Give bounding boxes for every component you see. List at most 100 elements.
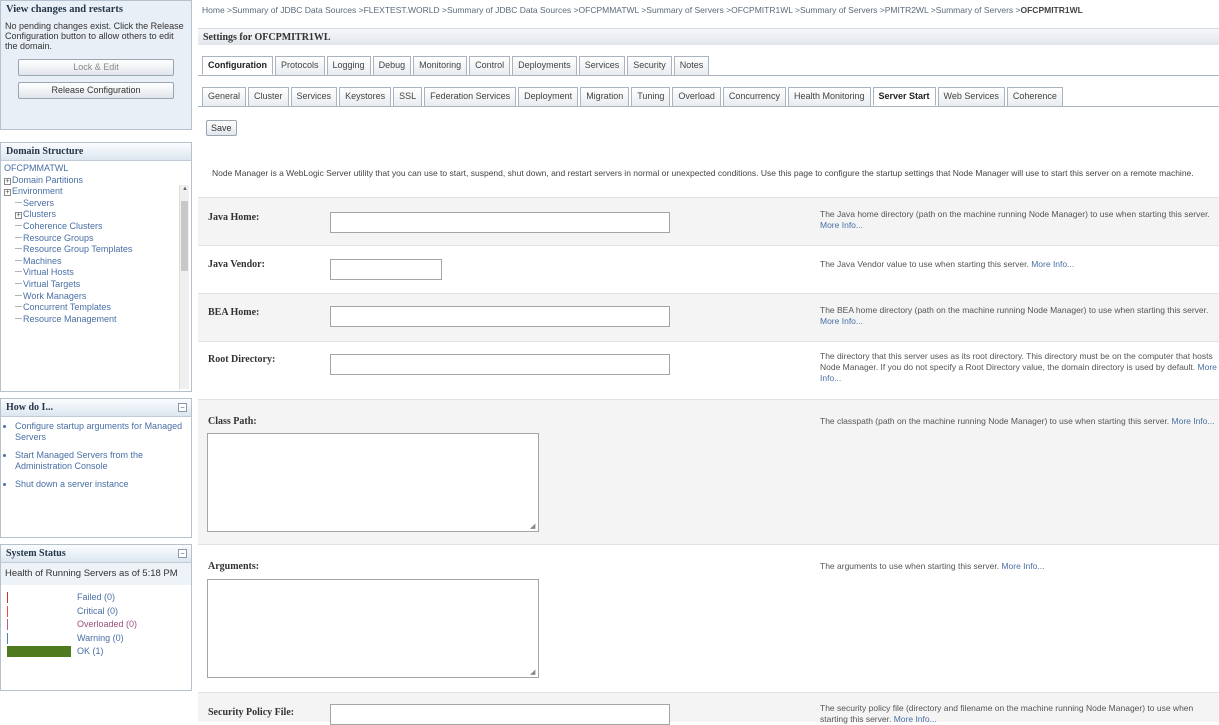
tab-web-services[interactable]: Web Services: [937, 87, 1005, 106]
java-home-input[interactable]: [330, 212, 670, 233]
tab-services[interactable]: Services: [290, 87, 338, 106]
security-policy-file-input[interactable]: [330, 704, 670, 725]
tab-monitoring[interactable]: Monitoring: [413, 56, 468, 75]
tab-configuration[interactable]: Configuration: [202, 56, 273, 75]
tree-item-label: Virtual Targets: [23, 278, 81, 289]
how-do-i-panel: How do I... − Configure startup argument…: [0, 398, 192, 538]
change-center-title: View changes and restarts: [6, 4, 123, 15]
health-label: Overloaded (0): [77, 619, 138, 629]
tree-item-label: Clusters: [23, 209, 57, 220]
tree-scrollbar[interactable]: ▲ ▼: [179, 185, 189, 389]
tab-concurrency[interactable]: Concurrency: [722, 87, 786, 106]
scroll-thumb[interactable]: [181, 201, 188, 271]
tab-debug[interactable]: Debug: [372, 56, 412, 75]
health-label: Failed (0): [77, 592, 116, 602]
tab-cluster[interactable]: Cluster: [248, 87, 289, 106]
tab-protocols[interactable]: Protocols: [275, 56, 325, 75]
lock-edit-button[interactable]: Lock & Edit: [18, 59, 174, 76]
breadcrumb-link[interactable]: PMITR2WL: [885, 5, 929, 15]
security-policy-file-more-info-link[interactable]: More Info...: [894, 714, 937, 724]
breadcrumb-link[interactable]: Home: [202, 5, 225, 15]
tab-keystores[interactable]: Keystores: [339, 87, 392, 106]
main-content: Home >Summary of JDBC Data Sources >FLEX…: [198, 0, 1219, 725]
java-vendor-input[interactable]: [330, 259, 442, 280]
root-directory-label: Root Directory:: [208, 354, 276, 365]
how-do-i-link[interactable]: Configure startup arguments for Managed …: [15, 421, 187, 443]
breadcrumb-link[interactable]: OFCPMMATWL: [579, 5, 639, 15]
root-directory-input[interactable]: [330, 354, 670, 375]
breadcrumb-link[interactable]: Summary of Servers: [800, 5, 877, 15]
tab-health-monitoring[interactable]: Health Monitoring: [787, 87, 871, 106]
arguments-textarea[interactable]: [207, 579, 539, 678]
expand-icon[interactable]: +: [4, 177, 11, 185]
tab-services[interactable]: Services: [578, 56, 626, 75]
tab-logging[interactable]: Logging: [326, 56, 371, 75]
tab-ssl[interactable]: SSL: [393, 87, 423, 106]
form-row-class-path: Class Path: ◢ The classpath (path on the m…: [198, 399, 1219, 544]
resize-handle-icon[interactable]: ◢: [530, 669, 538, 677]
expand-icon[interactable]: +: [15, 212, 22, 220]
tab-notes[interactable]: Notes: [673, 56, 710, 75]
tab-coherence[interactable]: Coherence: [1006, 87, 1063, 106]
breadcrumb-link[interactable]: FLEXTEST.WORLD: [364, 5, 440, 15]
scroll-up-icon[interactable]: ▲: [181, 185, 189, 194]
tab-general[interactable]: General: [202, 87, 247, 106]
how-do-i-link[interactable]: Start Managed Servers from the Administr…: [15, 450, 187, 472]
tree-item[interactable]: Work Managers: [4, 291, 191, 303]
breadcrumb-link[interactable]: Summary of JDBC Data Sources: [447, 5, 571, 15]
bea-home-input[interactable]: [330, 306, 670, 327]
tree-item[interactable]: + Clusters: [4, 209, 191, 221]
collapse-icon[interactable]: −: [178, 403, 187, 412]
tree-item[interactable]: Coherence Clusters: [4, 221, 191, 233]
left-sidebar: View changes and restarts No pending cha…: [0, 0, 192, 720]
breadcrumb-link[interactable]: OFCPMITR1WL: [731, 5, 793, 15]
breadcrumb-link[interactable]: Summary of Servers: [936, 5, 1013, 15]
health-label: Critical (0): [77, 605, 119, 616]
arguments-more-info-link[interactable]: More Info...: [1001, 561, 1044, 571]
java-home-more-info-link[interactable]: More Info...: [820, 220, 863, 230]
tab-deployment[interactable]: Deployment: [518, 87, 579, 106]
expand-icon[interactable]: +: [4, 189, 11, 197]
form-row-bea-home: BEA Home: The BEA home directory (path on…: [198, 293, 1219, 341]
health-row: Critical (0): [7, 605, 191, 618]
java-vendor-more-info-link[interactable]: More Info...: [1031, 259, 1074, 269]
tree-item[interactable]: Resource Group Templates: [4, 244, 191, 256]
tree-item[interactable]: Servers: [4, 198, 191, 210]
tree-item[interactable]: Virtual Hosts: [4, 267, 191, 279]
tree-item[interactable]: + Domain Partitions: [4, 175, 191, 187]
how-do-i-link[interactable]: Shut down a server instance: [15, 479, 187, 490]
health-bar: [7, 592, 71, 603]
resize-handle-icon[interactable]: ◢: [530, 523, 538, 531]
health-rows: Failed (0) Critical (0) Overloaded (0) Warn…: [1, 585, 191, 658]
tree-item-label: Servers: [23, 197, 55, 208]
tree-item-label: Concurrent Templates: [23, 302, 111, 313]
health-bar: [7, 632, 71, 644]
tree-root[interactable]: OFCPMMATWL: [4, 163, 191, 175]
tree-item[interactable]: Virtual Targets: [4, 279, 191, 291]
tree-item[interactable]: Concurrent Templates: [4, 302, 191, 314]
save-button[interactable]: Save: [206, 120, 237, 136]
tree-item[interactable]: Machines: [4, 256, 191, 268]
system-status-title-text: System Status: [6, 548, 66, 559]
bea-home-more-info-link[interactable]: More Info...: [820, 316, 863, 326]
bea-home-label: BEA Home:: [208, 307, 260, 318]
tab-server-start[interactable]: Server Start: [872, 87, 936, 106]
class-path-textarea[interactable]: [207, 433, 539, 532]
domain-structure-panel: Domain Structure OFCPMMATWL + Domain Part…: [0, 142, 192, 392]
breadcrumb-link[interactable]: Summary of JDBC Data Sources: [232, 5, 356, 15]
tab-migration[interactable]: Migration: [580, 87, 630, 106]
tree-item[interactable]: Resource Groups: [4, 233, 191, 245]
breadcrumb-link[interactable]: Summary of Servers: [646, 5, 723, 15]
class-path-help-text: The classpath (path on the machine runni…: [820, 416, 1170, 426]
tab-federation-services[interactable]: Federation Services: [424, 87, 517, 106]
tab-overload[interactable]: Overload: [672, 87, 721, 106]
tab-control[interactable]: Control: [469, 56, 511, 75]
tree-item[interactable]: Resource Management: [4, 314, 191, 326]
collapse-icon[interactable]: −: [178, 549, 187, 558]
release-configuration-button[interactable]: Release Configuration: [18, 82, 174, 99]
tab-tuning[interactable]: Tuning: [631, 87, 671, 106]
tab-deployments[interactable]: Deployments: [512, 56, 577, 75]
tab-security[interactable]: Security: [627, 56, 672, 75]
tree-item[interactable]: + Environment: [4, 186, 191, 198]
class-path-more-info-link[interactable]: More Info...: [1172, 416, 1215, 426]
